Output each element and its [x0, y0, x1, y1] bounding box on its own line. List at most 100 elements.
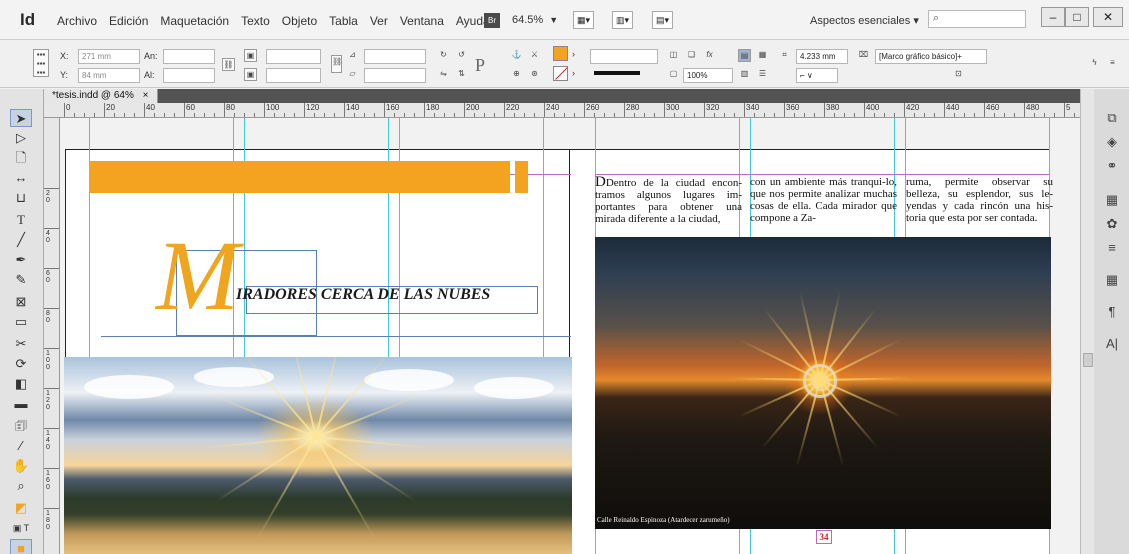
rectangle-tool-icon[interactable]: ▭	[10, 313, 32, 331]
close-button[interactable]: ✕	[1093, 7, 1123, 27]
search-field[interactable]: ⌕	[928, 10, 1026, 28]
orange-header-bar[interactable]	[89, 161, 510, 193]
text-column-1[interactable]: DDentro de la ciudad encon-tramos alguno…	[595, 175, 742, 226]
fill-swatch[interactable]	[553, 46, 568, 61]
scale-x-input[interactable]	[266, 49, 321, 64]
select-next-icon[interactable]: ⊛	[528, 68, 541, 81]
menu-edicion[interactable]: Edición	[109, 14, 148, 28]
line-tool-icon[interactable]: ╱	[10, 231, 32, 249]
type-tool-icon[interactable]: T	[10, 211, 32, 229]
flip-horizontal-icon[interactable]: ⇋	[437, 68, 450, 81]
gradient-swatch-icon[interactable]: ◧	[10, 375, 32, 393]
rotate-input[interactable]	[364, 49, 426, 64]
menu-ver[interactable]: Ver	[370, 14, 388, 28]
arrange-documents-button[interactable]: ▤▾	[652, 11, 674, 29]
menu-ventana[interactable]: Ventana	[400, 14, 444, 28]
workspace-switcher[interactable]: Aspectos esenciales ▾	[810, 14, 919, 27]
object-effects-icon[interactable]: ❏	[685, 49, 698, 62]
width-input[interactable]	[163, 49, 215, 64]
mountain-sunset-photo[interactable]	[64, 357, 572, 554]
menu-objeto[interactable]: Objeto	[282, 14, 317, 28]
paragraph-panel-icon[interactable]: ¶	[1102, 303, 1122, 321]
page-number[interactable]: 34	[816, 530, 832, 544]
corner-options-icon[interactable]: ⌗	[778, 49, 791, 62]
rotate-cw-icon[interactable]: ↻	[437, 49, 450, 62]
y-input[interactable]: 84 mm	[78, 68, 140, 83]
page-tool-icon[interactable]: 🗋	[10, 149, 32, 167]
corner-shape-select[interactable]: ⌐ ∨	[796, 68, 838, 83]
menu-archivo[interactable]: Archivo	[57, 14, 97, 28]
stroke-panel-icon[interactable]: ≡	[1102, 239, 1122, 257]
height-input[interactable]	[163, 68, 215, 83]
shear-input[interactable]	[364, 68, 426, 83]
text-wrap-box-icon[interactable]: ▦	[756, 49, 769, 62]
text-wrap-none-icon[interactable]: ▤	[738, 49, 751, 62]
normal-view-icon[interactable]: ■	[10, 539, 32, 554]
pencil-tool-icon[interactable]: ✎	[10, 271, 32, 289]
note-tool-icon[interactable]: 🗊	[10, 417, 32, 435]
minimize-button[interactable]: –	[1041, 7, 1065, 27]
constrain-scale-icon[interactable]: ⛓	[331, 55, 342, 73]
document-tab[interactable]: *tesis.indd @ 64% ×	[44, 89, 158, 103]
menu-texto[interactable]: Texto	[241, 14, 270, 28]
content-collector-icon[interactable]: ⊔	[10, 189, 32, 207]
corner-size-input[interactable]: 4.233 mm	[796, 49, 848, 64]
menu-maquetacion[interactable]: Maquetación	[160, 14, 229, 28]
orange-accent-block[interactable]	[515, 161, 528, 193]
rotate-ccw-icon[interactable]: ↺	[455, 49, 468, 62]
drop-shadow-icon[interactable]: ◫	[667, 49, 680, 62]
select-content-icon[interactable]: ⚔	[528, 49, 541, 62]
selection-icon[interactable]: ➤	[10, 109, 32, 127]
scrollbar-thumb[interactable]	[1083, 353, 1093, 367]
format-text-icon[interactable]: ▣ T	[10, 519, 32, 537]
select-container-icon[interactable]: ⚓	[510, 49, 523, 62]
quick-apply-icon[interactable]: ϟ	[1088, 57, 1101, 70]
stroke-swatch[interactable]	[553, 66, 568, 81]
city-sunset-photo[interactable]	[595, 237, 1051, 529]
free-transform-icon[interactable]: ⟳	[10, 355, 32, 373]
color-panel-icon[interactable]: ✿	[1102, 215, 1122, 233]
opacity-input[interactable]: 100%	[683, 68, 733, 83]
select-previous-icon[interactable]: ⊕	[510, 68, 523, 81]
fx-icon[interactable]: fx	[703, 49, 716, 62]
pen-tool-icon[interactable]: ✒	[10, 251, 32, 269]
constrain-proportions-icon[interactable]: ⛓	[222, 58, 235, 71]
view-options-button[interactable]: ▦▾	[573, 11, 595, 29]
close-tab-icon[interactable]: ×	[143, 90, 149, 101]
swatches-panel-icon[interactable]: ▦	[1102, 191, 1122, 209]
rectangle-frame-icon[interactable]: ⊠	[10, 293, 32, 311]
hand-tool-icon[interactable]: ✋	[10, 457, 32, 475]
menu-tabla[interactable]: Tabla	[329, 14, 358, 28]
text-wrap-shape-icon[interactable]: ▥	[738, 68, 751, 81]
flip-vertical-icon[interactable]: ⇅	[455, 68, 468, 81]
text-column-3[interactable]: ruma, permite observar su belleza, su es…	[906, 176, 1053, 224]
fitting-options-icon[interactable]: ⊡	[952, 68, 965, 81]
horizontal-ruler[interactable]: 0 20 40 60 80 100 120 140 160 180 200 220 240 260 280 3…	[44, 103, 1080, 118]
table-panel-icon[interactable]: ▦	[1102, 271, 1122, 289]
stroke-weight-input[interactable]	[590, 49, 658, 64]
zoom-dropdown[interactable]: 64.5% ▼	[512, 14, 558, 26]
bridge-button[interactable]: Br	[484, 13, 500, 28]
scissors-icon[interactable]: ✂	[10, 335, 32, 353]
screen-mode-button[interactable]: ▥▾	[612, 11, 634, 29]
panel-menu-icon[interactable]: ≡	[1106, 57, 1119, 70]
maximize-button[interactable]: □	[1065, 7, 1089, 27]
x-input[interactable]: 271 mm	[78, 49, 140, 64]
vertical-ruler[interactable]: 20 40 60 80 100 120 140 160 180	[44, 118, 60, 554]
eyedropper-icon[interactable]: ⁄	[10, 437, 32, 455]
text-wrap-jump-icon[interactable]: ☰	[756, 68, 769, 81]
scale-y-input[interactable]	[266, 68, 321, 83]
stroke-type-preview[interactable]	[594, 71, 640, 75]
layers-panel-icon[interactable]: ◈	[1102, 133, 1122, 151]
fill-stroke-icon[interactable]: ◩	[10, 499, 32, 517]
gradient-feather-icon[interactable]: ▬	[10, 395, 32, 413]
chevron-right-icon[interactable]: ›	[572, 68, 575, 78]
text-column-2[interactable]: con un ambiente más tranqui-lo, que nos …	[750, 176, 897, 224]
chevron-right-icon[interactable]: ›	[572, 49, 575, 59]
character-panel-icon[interactable]: A|	[1102, 335, 1122, 353]
reference-point-icon[interactable]: ▪▪▪ ▪▪▪ ▪▪▪	[33, 49, 49, 77]
vertical-scrollbar[interactable]	[1080, 89, 1094, 554]
zoom-tool-icon[interactable]: ⌕	[10, 477, 32, 495]
gap-tool-icon[interactable]: ↔	[10, 169, 32, 187]
links-panel-icon[interactable]: ⚭	[1102, 157, 1122, 175]
